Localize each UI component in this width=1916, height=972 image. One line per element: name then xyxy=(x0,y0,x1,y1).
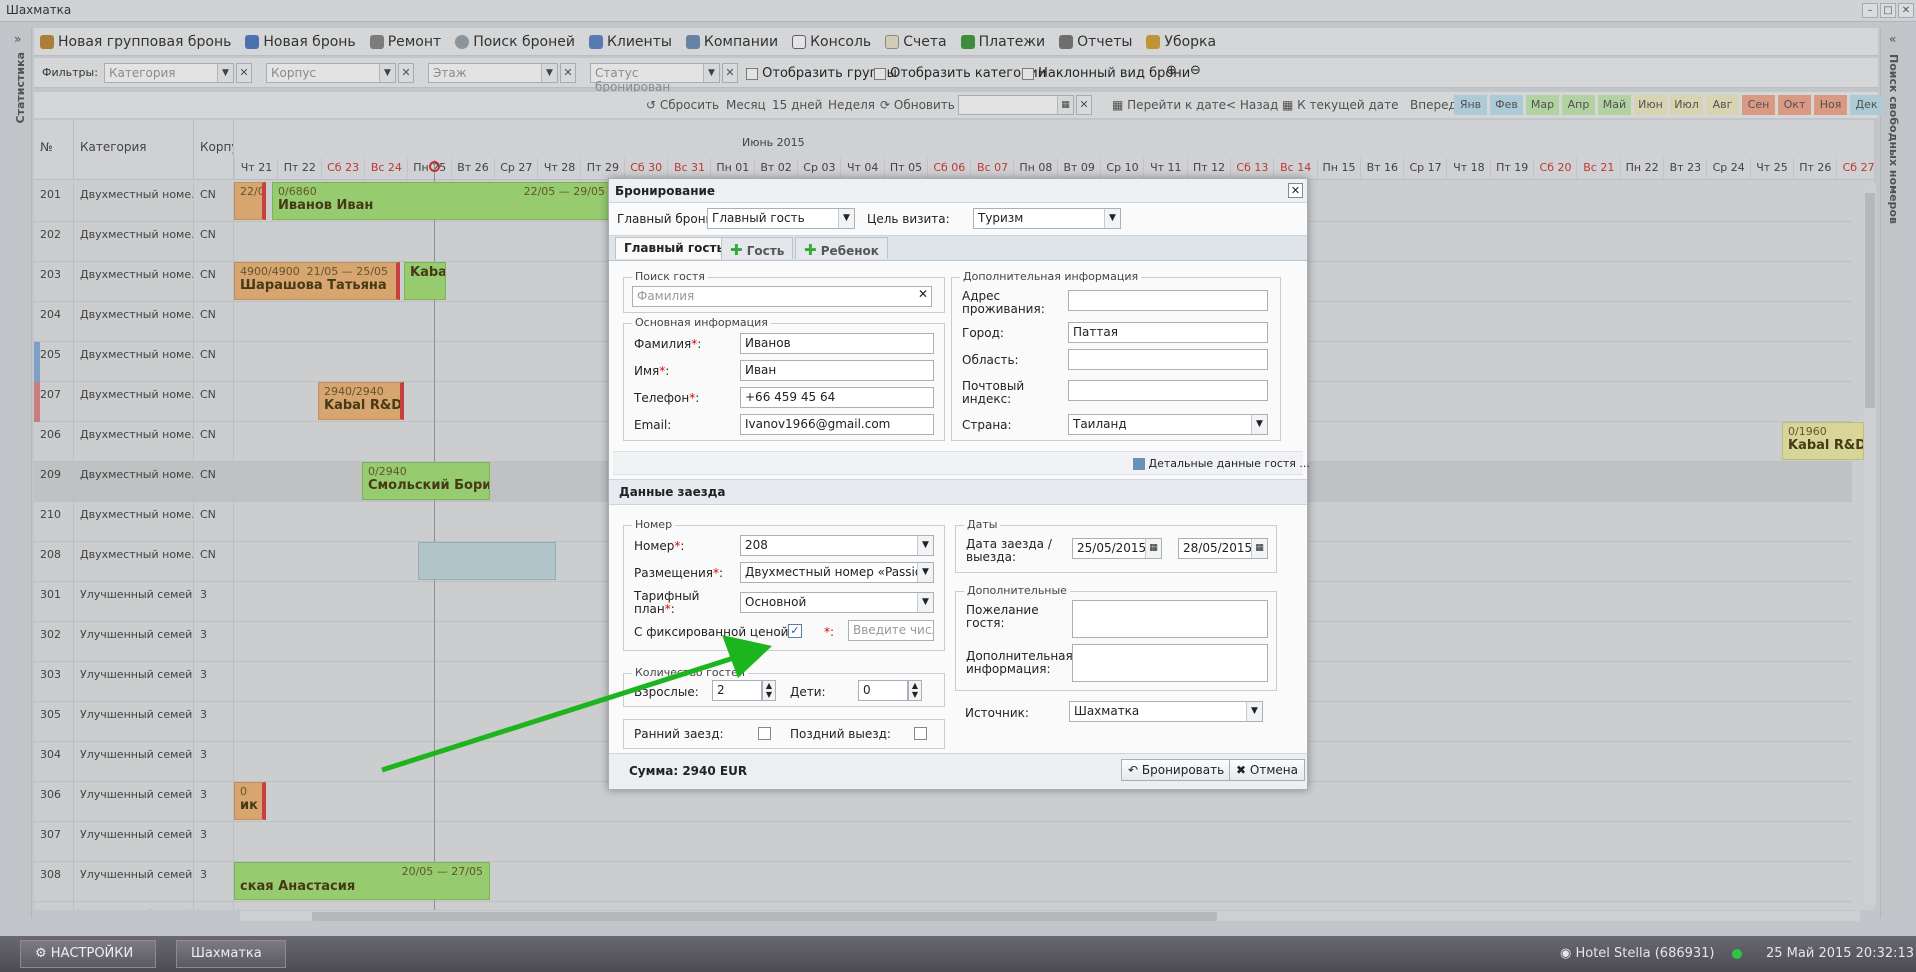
checkout-date-input[interactable]: 28/05/2015 ▦ xyxy=(1178,538,1268,559)
extra-info-fieldset: Дополнительная информация Адрес проживан… xyxy=(951,270,1281,441)
wishes-label: Пожелание гостя: xyxy=(966,603,1039,630)
additional-fieldset: Дополнительные Пожелание гостя: Дополнит… xyxy=(955,584,1277,691)
book-button[interactable]: ↶ Бронировать xyxy=(1121,759,1232,781)
back-arrow-icon: ↶ xyxy=(1128,763,1139,777)
placement-select[interactable]: Двухместный номер «Passion» ▼ xyxy=(740,562,934,583)
chevron-down-icon[interactable]: ▼ xyxy=(917,536,933,555)
close-icon[interactable]: ✕ xyxy=(1288,183,1303,198)
tariff-select[interactable]: Основной ▼ xyxy=(740,592,934,613)
datetime: 25 Май 2015 20:32:13 xyxy=(1766,946,1915,961)
chevron-down-icon[interactable]: ▼ xyxy=(838,209,854,228)
guest-details-link[interactable]: Детальные данные гостя ... xyxy=(1133,457,1310,470)
calendar-icon[interactable]: ▦ xyxy=(1145,539,1161,558)
name-label: Имя*: xyxy=(634,364,670,378)
chevron-down-icon[interactable]: ▼ xyxy=(1251,415,1267,434)
additional-info-textarea[interactable] xyxy=(1072,644,1268,682)
late-checkout-checkbox[interactable] xyxy=(914,727,927,740)
main-booking-label: Главный брони xyxy=(617,212,714,226)
plus-icon: ✚ xyxy=(730,241,743,259)
early-late-fieldset: Ранний заезд: Поздний выезд: xyxy=(623,719,945,749)
room-label: Номер*: xyxy=(634,539,685,553)
region-label: Область: xyxy=(962,353,1019,367)
plus-icon: ✚ xyxy=(804,241,817,259)
chevron-down-icon[interactable]: ▼ xyxy=(1246,702,1262,721)
tab-main-guest[interactable]: Главный гость xyxy=(615,237,734,259)
early-checkin-label: Ранний заезд: xyxy=(634,727,724,741)
dates-label: Дата заезда / выезда: xyxy=(966,537,1052,564)
address-label: Адрес проживания: xyxy=(962,289,1045,316)
country-select[interactable]: Таиланд ▼ xyxy=(1068,414,1268,435)
early-checkin-checkbox[interactable] xyxy=(758,727,771,740)
late-checkout-label: Поздний выезд: xyxy=(790,727,891,741)
adults-spinner-icon[interactable]: ▲ ▼ xyxy=(762,680,776,701)
chevron-down-icon[interactable]: ▼ xyxy=(917,593,933,612)
checkin-date-input[interactable]: 25/05/2015 ▦ xyxy=(1072,538,1162,559)
card-icon xyxy=(1133,458,1145,470)
chevron-down-icon[interactable]: ▼ xyxy=(917,563,933,582)
fixed-price-input[interactable]: Введите числ xyxy=(848,620,934,641)
surname-input[interactable]: Иванов xyxy=(740,333,934,354)
adults-input[interactable]: 2 xyxy=(712,680,762,701)
address-input[interactable] xyxy=(1068,290,1268,311)
city-label: Город: xyxy=(962,326,1004,340)
email-input[interactable]: Ivanov1966@gmail.com xyxy=(740,414,934,435)
source-label: Источник: xyxy=(965,706,1029,720)
booking-dialog: Бронирование ✕ Главный брони Главный гос… xyxy=(608,178,1310,790)
calendar-icon[interactable]: ▦ xyxy=(1251,539,1267,558)
required-marker: *: xyxy=(824,625,835,639)
additional-info-label: Дополнительная информация: xyxy=(966,649,1073,676)
country-label: Страна: xyxy=(962,418,1012,432)
dates-fieldset: Даты Дата заезда / выезда: 25/05/2015 ▦ 2… xyxy=(955,518,1277,573)
tariff-label: Тарифный план*: xyxy=(634,589,700,616)
phone-input[interactable]: +66 459 45 64 xyxy=(740,387,934,408)
name-input[interactable]: Иван xyxy=(740,360,934,381)
zip-label: Почтовый индекс: xyxy=(962,379,1025,406)
basic-info-fieldset: Основная информация Фамилия*: Иванов Имя… xyxy=(623,316,945,441)
city-input[interactable]: Паттая xyxy=(1068,322,1268,343)
x-icon: ✖ xyxy=(1236,763,1247,777)
guest-search-input[interactable]: Фамилия xyxy=(632,286,932,307)
chess-task-button[interactable]: Шахматка xyxy=(176,940,286,968)
room-fieldset: Номер Номер*: 208 ▼ Размещения*: Двухмест… xyxy=(623,518,945,651)
visit-purpose-select[interactable]: Туризм ▼ xyxy=(973,208,1121,229)
tab-guest[interactable]: ✚ Гость xyxy=(721,237,794,259)
fixed-price-checkbox[interactable]: ✓ xyxy=(788,624,802,638)
source-select[interactable]: Шахматка ▼ xyxy=(1069,701,1263,722)
hotel-name: ◉ Hotel Stella (686931) xyxy=(1560,946,1715,961)
guests-count-fieldset: Количество гостей Взрослые: 2 ▲ ▼ Дети: 0… xyxy=(623,666,945,707)
main-booking-select[interactable]: Главный гость ▼ xyxy=(707,208,855,229)
surname-label: Фамилия*: xyxy=(634,337,702,351)
guest-search-fieldset: Поиск гостя Фамилия ✕ xyxy=(623,270,945,313)
placement-label: Размещения*: xyxy=(634,566,724,580)
hotel-icon: ◉ xyxy=(1560,946,1572,961)
visit-purpose-label: Цель визита: xyxy=(867,212,950,226)
cancel-button[interactable]: ✖ Отмена xyxy=(1229,759,1305,781)
fixed-price-label: С фиксированной ценой: xyxy=(634,625,793,639)
zip-input[interactable] xyxy=(1068,380,1268,401)
settings-button[interactable]: ⚙ НАСТРОЙКИ xyxy=(20,940,156,968)
room-select[interactable]: 208 ▼ xyxy=(740,535,934,556)
adults-label: Взрослые: xyxy=(634,685,699,699)
wishes-textarea[interactable] xyxy=(1072,600,1268,638)
online-status-icon xyxy=(1732,949,1742,959)
phone-label: Телефон*: xyxy=(634,391,700,405)
region-input[interactable] xyxy=(1068,349,1268,370)
children-label: Дети: xyxy=(790,685,826,699)
taskbar: ⚙ НАСТРОЙКИ Шахматка ◉ Hotel Stella (686… xyxy=(0,936,1916,972)
email-label: Email: xyxy=(634,418,672,432)
total-sum: Сумма: 2940 EUR xyxy=(629,764,748,778)
gear-icon: ⚙ xyxy=(35,946,47,961)
children-input[interactable]: 0 xyxy=(858,680,908,701)
chevron-down-icon[interactable]: ▼ xyxy=(1104,209,1120,228)
dialog-title: Бронирование xyxy=(609,179,1307,203)
children-spinner-icon[interactable]: ▲ ▼ xyxy=(908,680,922,701)
tab-child[interactable]: ✚ Ребенок xyxy=(795,237,888,259)
stay-section-header: Данные заезда xyxy=(609,479,1307,505)
clear-search-icon[interactable]: ✕ xyxy=(915,287,931,306)
